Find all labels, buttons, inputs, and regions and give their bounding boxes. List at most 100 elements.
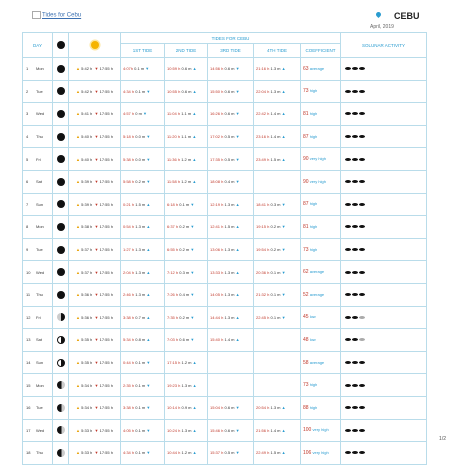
logo-text: Tides for Cebu [42, 12, 82, 19]
moon-phase-icon [56, 358, 65, 367]
sunrise-time: 5:34 h [81, 382, 93, 388]
tide-height: 1.2 m [181, 450, 192, 456]
sunset-time: 17:55 h [99, 337, 113, 343]
moon-cell [52, 282, 69, 307]
tide-direction-icon: ▲ [281, 427, 286, 433]
coefficient-label: high [309, 404, 318, 410]
solunar-cell [340, 102, 428, 126]
tide-cell: 22:42 h 1.4 m ▲ [253, 102, 301, 126]
weekday: Wed [36, 111, 45, 117]
place-title: CEBU [394, 11, 420, 21]
fish-icon [352, 361, 359, 365]
fish-icon [352, 89, 359, 93]
table-row: 15 Mon ▲ 5:34 h ▼ 17:55 h 2:35 h 0.1 m ▼ 19:… [22, 373, 428, 397]
site-logo-link[interactable]: Tides for Cebu [32, 11, 81, 19]
coefficient-cell: 63 average [299, 57, 342, 81]
fish-icon [359, 180, 366, 184]
sunset-time: 17:55 h [99, 360, 113, 366]
fish-icon [359, 315, 366, 319]
tide-height: 0.6 m [224, 66, 235, 72]
coefficient-cell: 73 high [299, 237, 342, 262]
solunar-cell [340, 441, 428, 465]
coefficient-label: high [309, 110, 318, 116]
tide-cell: 3:38 h 0.1 m ▼ [120, 395, 165, 420]
coefficient-cell: 81 high [299, 215, 342, 239]
tide-cell: 21:16 h 1.3 m ▲ [253, 57, 301, 81]
coefficient-value: 106 [303, 449, 312, 456]
coefficient-value: 90 [303, 156, 309, 163]
moon-phase-icon [56, 200, 65, 209]
tide-time: 4:34 h [123, 88, 135, 94]
coefficient-cell: 90 very high [299, 147, 342, 171]
tide-cell [253, 169, 301, 194]
moon-phase-icon [56, 426, 65, 435]
coefficient-cell: 90 very high [299, 169, 342, 194]
tide-time: 12:19 h [210, 201, 224, 207]
tide-time: 4:57 h [123, 111, 135, 117]
sunset-time: 17:55 h [99, 224, 113, 230]
tide-cell: 7:12 h 0.3 m ▼ [164, 260, 208, 284]
sunrise-time: 5:33 h [81, 450, 93, 456]
tide-direction-icon: ▲ [192, 450, 197, 456]
weekday: Thu [36, 450, 43, 456]
day-cell: 13 Sat [22, 328, 53, 352]
tide-direction-icon: ▼ [143, 111, 148, 117]
fish-icon [359, 406, 366, 410]
tide-height: 0.1 m [270, 314, 281, 320]
day-cell: 6 Sat [22, 169, 53, 194]
solunar-cell [340, 124, 428, 149]
tide-head-2: 2ND TIDE [164, 43, 208, 58]
tide-cell: 0:44 h 0.1 m ▼ [120, 350, 165, 375]
fish-icon [359, 293, 366, 297]
coefficient-cell: 62 average [299, 260, 342, 284]
tide-direction-icon: ▼ [146, 179, 151, 185]
tide-time: 10:44 h [167, 450, 181, 456]
fish-icon [359, 361, 366, 365]
tide-cell: 17:15 h 1.2 m ▲ [164, 350, 208, 375]
sunset-time: 17:55 h [99, 247, 113, 253]
sunrise-time: 5:42 h [81, 88, 93, 94]
tide-cell: 15:04 h 0.6 m ▼ [207, 395, 254, 420]
coefficient-cell: 45 low [299, 305, 342, 330]
tide-cell [207, 373, 254, 397]
tide-direction-icon: ▼ [146, 88, 151, 94]
tide-height: 0.2 m [270, 224, 281, 230]
tide-time: 2:35 h [123, 382, 135, 388]
solunar-cell [340, 215, 428, 239]
tide-time: 16:26 h [210, 111, 224, 117]
day-cell: 4 Thu [22, 124, 53, 149]
tide-cell: 2:46 h 1.3 m ▲ [120, 282, 165, 307]
fish-icon [345, 225, 352, 229]
sun-cell: ▲ 5:42 h ▼ 17:55 h [68, 79, 121, 104]
sun-cell: ▲ 5:33 h ▼ 17:55 h [68, 418, 121, 443]
tide-time: 14:56 h [210, 66, 224, 72]
tide-cell: 1:27 h 1.3 m ▲ [120, 237, 165, 262]
tide-time: 22:42 h [256, 111, 270, 117]
day-number: 6 [26, 179, 29, 185]
moon-cell [52, 395, 69, 420]
tide-direction-icon: ▲ [146, 201, 151, 207]
sunrise-time: 5:42 h [81, 66, 93, 72]
tide-direction-icon: ▲ [192, 111, 197, 117]
coefficient-value: 73 [303, 246, 309, 253]
tide-cell: 11:20 h 1.1 m ▲ [164, 124, 208, 149]
day-cell: 14 Sun [22, 350, 53, 375]
fish-icon [352, 180, 359, 184]
tide-cell: 14:56 h 0.6 m ▼ [207, 57, 254, 81]
sunset-arrow-icon: ▼ [94, 314, 99, 320]
fish-icon [352, 202, 359, 206]
tide-direction-icon: ▼ [190, 314, 195, 320]
tide-cell: 5:18 h 0.0 m ▼ [120, 124, 165, 149]
tide-time: 3:38 h [123, 405, 135, 411]
sunrise-time: 5:34 h [81, 405, 93, 411]
tide-direction-icon: ▼ [235, 88, 240, 94]
tide-direction-icon: ▲ [192, 134, 197, 140]
tide-direction-icon: ▼ [235, 111, 240, 117]
solunar-cell [340, 395, 428, 420]
tide-time: 4:07h [123, 66, 134, 72]
tide-height: 1.3 m [135, 224, 146, 230]
moon-cell [52, 57, 69, 81]
tide-height: 0.5 m [224, 450, 235, 456]
day-cell: 15 Mon [22, 373, 53, 397]
tide-direction-icon: ▼ [190, 292, 195, 298]
